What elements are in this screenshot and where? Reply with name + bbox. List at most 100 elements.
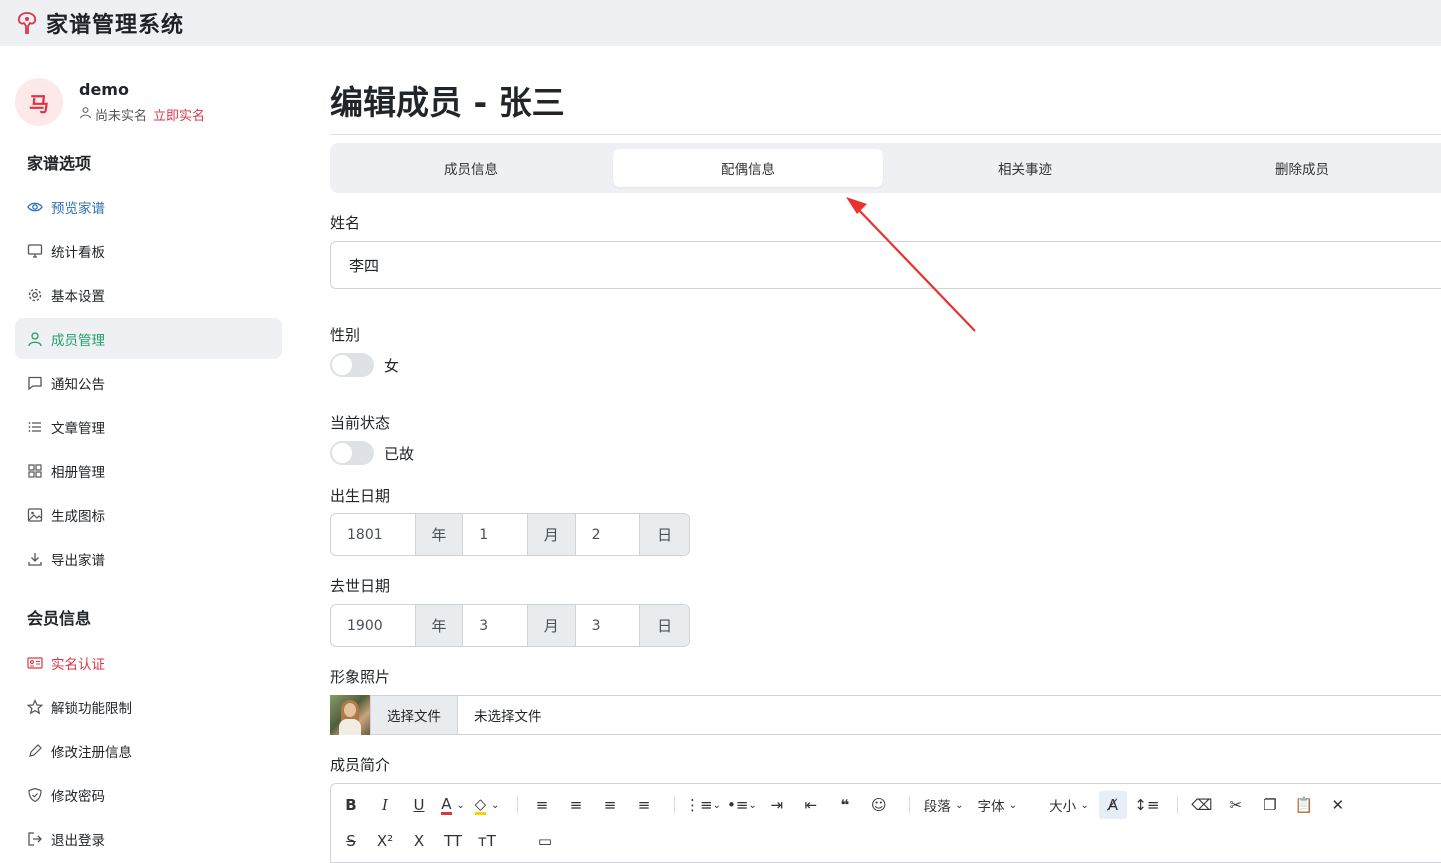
clear-format-icon[interactable]: A̸ [1098, 791, 1127, 819]
sidebar-item-label: 成员管理 [51, 332, 105, 349]
tree-icon [16, 10, 38, 36]
file-name-text: 未选择文件 [474, 709, 542, 725]
sidebar-item-label: 实名认证 [51, 656, 105, 673]
gender-switch-row: 女 [330, 353, 399, 377]
paste-icon[interactable]: 📋 [1290, 791, 1318, 819]
app-header: 家谱管理系统 [0, 0, 1441, 46]
subscript-icon[interactable]: X [405, 827, 433, 855]
verify-now-link[interactable]: 立即实名 [153, 105, 205, 124]
section-title-family: 家谱选项 [27, 154, 92, 173]
size-dropdown[interactable]: 大小 ⌄ [1045, 791, 1093, 819]
name-field[interactable]: 李四 [330, 241, 1441, 289]
eraser-icon[interactable]: ⌫ [1188, 791, 1216, 819]
month-unit: 月 [526, 514, 576, 555]
photo-label: 形象照片 [330, 668, 391, 686]
sidebar-item-articles[interactable]: 文章管理 [15, 406, 282, 447]
font-color-icon[interactable]: A ⌄ [439, 791, 467, 819]
sidebar-item-logout[interactable]: 退出登录 [15, 818, 282, 859]
page-title: 编辑成员 - 张三 [330, 83, 565, 122]
strikethrough-icon[interactable]: S [337, 827, 365, 855]
outdent-icon[interactable]: ⇤ [797, 791, 825, 819]
sidebar-item-label: 相册管理 [51, 464, 105, 481]
bio-label: 成员简介 [330, 756, 391, 774]
sidebar-item-export[interactable]: 导出家谱 [15, 538, 282, 579]
sidebar-item-real-name[interactable]: 实名认证 [15, 642, 282, 683]
status-label: 当前状态 [330, 414, 391, 432]
align-right-icon[interactable]: ≡ [596, 791, 624, 819]
highlight-icon[interactable]: ◇ ⌄ [473, 791, 501, 819]
sidebar-item-label: 修改注册信息 [51, 744, 132, 761]
align-justify-icon[interactable]: ≡ [630, 791, 658, 819]
sidebar-item-notices[interactable]: 通知公告 [15, 362, 282, 403]
emoji-icon[interactable]: ☺ [865, 791, 893, 819]
sidebar-item-label: 修改密码 [51, 788, 105, 805]
sidebar-item-albums[interactable]: 相册管理 [15, 450, 282, 491]
bullet-list-icon[interactable]: •≡ ⌄ [727, 791, 757, 819]
tab-delete-member[interactable]: 删除成员 [1167, 149, 1437, 187]
uppercase-icon[interactable]: TT [439, 827, 467, 855]
align-center-icon[interactable]: ≡ [562, 791, 590, 819]
sidebar-item-label: 导出家谱 [51, 552, 105, 569]
person-icon [27, 331, 43, 347]
birth-year-input[interactable]: 1801 [331, 514, 415, 555]
toolbar-separator [674, 796, 675, 814]
quote-icon[interactable]: ❝ [831, 791, 859, 819]
gear-icon [27, 287, 43, 303]
indent-icon[interactable]: ⇥ [763, 791, 791, 819]
sidebar-item-members[interactable]: 成员管理 [15, 318, 282, 359]
section-title-membership: 会员信息 [27, 609, 92, 628]
bio-editor: B I U A ⌄ ◇ ⌄ ≡ ≡ ≡ ≡ ⋮≡ ⌄ •≡ ⌄ ⇥ ⇤ ❝ ☺ 段落… [330, 783, 1441, 863]
birth-day-input[interactable]: 2 [576, 514, 640, 555]
lowercase-icon[interactable]: тT [473, 827, 501, 855]
app-title: 家谱管理系统 [46, 13, 185, 38]
close-icon[interactable]: ✕ [1324, 791, 1352, 819]
sidebar-item-preview[interactable]: 预览家谱 [15, 186, 282, 227]
eye-icon [27, 199, 43, 215]
sidebar-item-unlock[interactable]: 解锁功能限制 [15, 686, 282, 727]
status-toggle[interactable] [330, 441, 374, 465]
ordered-list-icon[interactable]: ⋮≡ ⌄ [685, 791, 721, 819]
tab-spouse-info[interactable]: 配偶信息 [613, 149, 883, 187]
birth-month-input[interactable]: 1 [463, 514, 527, 555]
bold-icon[interactable]: B [337, 791, 365, 819]
death-year-input[interactable]: 1900 [331, 605, 415, 646]
sidebar-item-generate-icon[interactable]: 生成图标 [15, 494, 282, 535]
death-day-input[interactable]: 3 [576, 605, 640, 646]
verify-status-text: 尚未实名 [95, 109, 148, 124]
grid-icon [27, 463, 43, 479]
user-card: 马 demo 尚未实名 立即实名 [15, 78, 205, 126]
choose-file-button[interactable]: 选择文件 [370, 696, 458, 734]
sidebar-item-label: 统计看板 [51, 244, 105, 261]
calendar-icon[interactable]: ▭ [531, 827, 559, 855]
sidebar-item-edit-registration[interactable]: 修改注册信息 [15, 730, 282, 771]
underline-icon[interactable]: U [405, 791, 433, 819]
birth-date-group: 1801 年 1 月 2 日 [330, 513, 690, 556]
family-menu: 预览家谱 统计看板 基本设置 成员管理 通知公告 文章管理 相册管理 生成图标 [15, 186, 282, 582]
list-icon [27, 419, 43, 435]
cut-icon[interactable]: ✂ [1222, 791, 1250, 819]
align-left-icon[interactable]: ≡ [528, 791, 556, 819]
copy-icon[interactable]: ❐ [1256, 791, 1284, 819]
line-height-icon[interactable]: ↕≡ [1133, 791, 1161, 819]
sidebar-item-dashboard[interactable]: 统计看板 [15, 230, 282, 271]
sidebar-item-change-password[interactable]: 修改密码 [15, 774, 282, 815]
editor-toolbar-row2: S X² X TT тT ▭ [331, 826, 1441, 856]
sidebar: 马 demo 尚未实名 立即实名 家谱选项 预览家谱 统计看板 基本设置 成员管… [0, 46, 300, 849]
death-month-input[interactable]: 3 [463, 605, 527, 646]
gender-toggle[interactable] [330, 353, 374, 377]
italic-icon[interactable]: I [371, 791, 399, 819]
shield-icon [27, 787, 43, 803]
death-date-group: 1900 年 3 月 3 日 [330, 604, 690, 647]
paragraph-dropdown[interactable]: 段落 ⌄ [920, 791, 968, 819]
gender-toggle-label: 女 [384, 356, 400, 375]
sidebar-item-label: 生成图标 [51, 508, 105, 525]
status-toggle-label: 已故 [384, 444, 415, 463]
tab-member-info[interactable]: 成员信息 [336, 149, 606, 187]
sidebar-item-label: 基本设置 [51, 288, 105, 305]
superscript-icon[interactable]: X² [371, 827, 399, 855]
name-label: 姓名 [330, 214, 361, 232]
sidebar-item-settings[interactable]: 基本设置 [15, 274, 282, 315]
sidebar-item-label: 文章管理 [51, 420, 105, 437]
font-dropdown[interactable]: 字体 ⌄ [973, 791, 1021, 819]
tab-related-events[interactable]: 相关事迹 [890, 149, 1160, 187]
